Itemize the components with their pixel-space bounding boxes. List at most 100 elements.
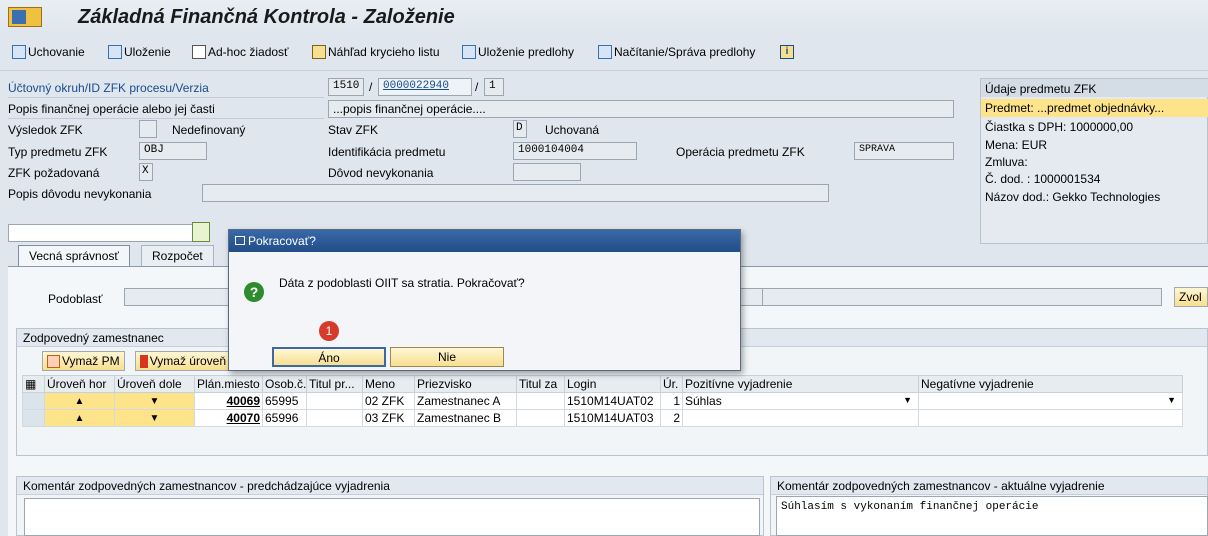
subject-info-panel: Údaje predmetu ZFK Predmet: ...predmet o…	[980, 78, 1208, 244]
table-row[interactable]: ▲ ▼ 40069 65995 02 ZFK Zamestnanec A 151…	[22, 392, 1183, 410]
column-header[interactable]: Plán.miesto	[194, 375, 263, 393]
plan-miesto-link[interactable]: 40070	[194, 409, 263, 427]
column-header[interactable]: Úr.	[660, 375, 683, 393]
operacia-field[interactable]: SPRAVA	[854, 142, 954, 160]
app-menu-icon[interactable]	[8, 7, 42, 27]
info-icon: i	[780, 45, 794, 59]
pozitivne-cell[interactable]	[682, 409, 919, 427]
typ-field[interactable]: OBJ	[139, 142, 207, 160]
negativne-dropdown[interactable]: ▼	[918, 392, 1183, 410]
level-up-button[interactable]: ▲	[44, 409, 115, 427]
popis-field[interactable]: ...popis finančnej operácie....	[328, 100, 954, 118]
zfk-id-field[interactable]: 0000022940	[378, 78, 472, 96]
ulozenie-button[interactable]: Uloženie	[108, 43, 171, 61]
dovod-label: Dôvod nevykonania	[328, 166, 434, 180]
meno-cell: 02 ZFK	[362, 392, 415, 410]
level-up-button[interactable]: ▲	[44, 392, 115, 410]
load-template-button[interactable]: Načítanie/Správa predlohy	[598, 43, 755, 61]
level-down-button[interactable]: ▼	[114, 392, 195, 410]
group-title: Komentár zodpovedných zamestnancov - akt…	[771, 477, 1207, 495]
slash-separator: /	[369, 80, 373, 94]
zmluva-text: Zmluva:	[985, 155, 1028, 169]
info-button[interactable]: i	[780, 43, 796, 61]
employee-table: ▦ Úroveň hor Úroveň dole Plán.miesto Oso…	[22, 375, 1183, 427]
column-header[interactable]: Osob.č.	[262, 375, 307, 393]
column-header[interactable]: Priezvisko	[414, 375, 517, 393]
preview-cover-sheet-button[interactable]: Náhľad krycieho listu	[312, 43, 440, 61]
pozadovana-label: ZFK požadovaná	[8, 166, 100, 180]
column-header[interactable]: Úroveň dole	[114, 375, 195, 393]
add-subarea-icon[interactable]	[192, 222, 210, 242]
okruh-field[interactable]: 1510	[328, 78, 364, 96]
group-title: Komentár zodpovedných zamestnancov - pre…	[17, 477, 763, 495]
adhoc-request-button[interactable]: Ad-hoc žiadosť	[192, 43, 289, 61]
subarea-dropdown[interactable]: ▼	[8, 224, 204, 242]
column-header[interactable]: Pozitívne vyjadrenie	[682, 375, 919, 393]
login-cell: 1510M14UAT03	[564, 409, 661, 427]
table-header-row: ▦ Úroveň hor Úroveň dole Plán.miesto Oso…	[22, 375, 1183, 393]
pozadovana-field[interactable]: X	[139, 163, 153, 181]
meno-cell: 03 ZFK	[362, 409, 415, 427]
vymaz-uroven-button[interactable]: Vymaž úroveň	[135, 351, 231, 371]
row-line	[8, 80, 324, 98]
mena-text: Mena: EUR	[985, 138, 1048, 152]
stav-label: Stav ZFK	[328, 123, 379, 137]
window-icon	[235, 236, 245, 245]
yes-button[interactable]: Áno	[272, 347, 386, 367]
dialog-title-bar[interactable]: Pokracovať?	[229, 230, 740, 252]
pozitivne-dropdown[interactable]: Súhlas ▼	[682, 392, 919, 410]
vysledok-code-field[interactable]	[139, 120, 157, 138]
titul-cell	[306, 409, 363, 427]
titul-cell	[306, 392, 363, 410]
podoblast-desc-field	[762, 288, 1162, 306]
uchovanie-button[interactable]: Uchovanie	[12, 43, 85, 61]
save-template-icon	[462, 45, 476, 59]
zvol-button[interactable]: Zvol	[1174, 287, 1208, 307]
save-template-button[interactable]: Uloženie predlohy	[462, 43, 574, 61]
popis-dovodu-field[interactable]	[202, 184, 829, 202]
document-icon	[192, 45, 206, 59]
table-row[interactable]: ▲ ▼ 40070 65996 03 ZFK Zamestnanec B 151…	[22, 409, 1183, 427]
tab-rozpocet[interactable]: Rozpočet	[141, 245, 214, 267]
verzia-field[interactable]: 1	[484, 78, 504, 96]
window-title: Základná Finančná Kontrola - Založenie	[78, 6, 455, 28]
typ-label: Typ predmetu ZFK	[8, 145, 108, 159]
level-down-button[interactable]: ▼	[114, 409, 195, 427]
osob-cell: 65995	[262, 392, 307, 410]
priezvisko-cell: Zamestnanec A	[414, 392, 517, 410]
column-header[interactable]: Úroveň hor	[44, 375, 115, 393]
current-comment-textarea[interactable]: Súhlasím s vykonaním finančnej operácie	[776, 496, 1208, 536]
row-selector[interactable]	[22, 392, 45, 410]
column-header[interactable]: Negatívne vyjadrenie	[918, 375, 1183, 393]
load-template-icon	[598, 45, 612, 59]
uroven-cell: 2	[660, 409, 683, 427]
column-header[interactable]: Meno	[362, 375, 415, 393]
title-bar: Základná Finančná Kontrola - Založenie	[0, 0, 1208, 34]
toolbar-divider	[0, 70, 1208, 71]
delete-pm-icon	[47, 354, 60, 368]
column-header[interactable]: Login	[564, 375, 661, 393]
plan-miesto-link[interactable]: 40069	[194, 392, 263, 410]
titul-za-cell	[516, 409, 565, 427]
predmet-text: Predmet: ...predmet objednávky...	[985, 101, 1165, 115]
negativne-cell[interactable]	[918, 409, 1183, 427]
stav-value: Uchovaná	[545, 123, 600, 137]
row-selector[interactable]	[22, 409, 45, 427]
stav-code-field[interactable]: D	[513, 120, 527, 138]
previous-comments-textarea[interactable]	[24, 498, 760, 536]
chevron-down-icon: ▼	[903, 395, 912, 405]
dodavatel-text: Č. dod. : 1000001534	[985, 172, 1101, 186]
column-header[interactable]: Titul pr...	[306, 375, 363, 393]
select-all-icon[interactable]: ▦	[22, 375, 45, 393]
identifikacia-field[interactable]: 1000104004	[513, 142, 637, 160]
step-badge: 1	[319, 321, 339, 341]
no-button[interactable]: Nie	[390, 347, 504, 367]
osob-cell: 65996	[262, 409, 307, 427]
tab-vecna-spravnost[interactable]: Vecná správnosť	[18, 245, 130, 267]
identifikacia-label: Identifikácia predmetu	[328, 145, 446, 159]
slash-separator: /	[475, 80, 479, 94]
vymaz-pm-button[interactable]: Vymaž PM	[42, 351, 125, 371]
hold-icon	[12, 45, 26, 59]
dovod-field[interactable]	[513, 163, 581, 181]
column-header[interactable]: Titul za	[516, 375, 565, 393]
